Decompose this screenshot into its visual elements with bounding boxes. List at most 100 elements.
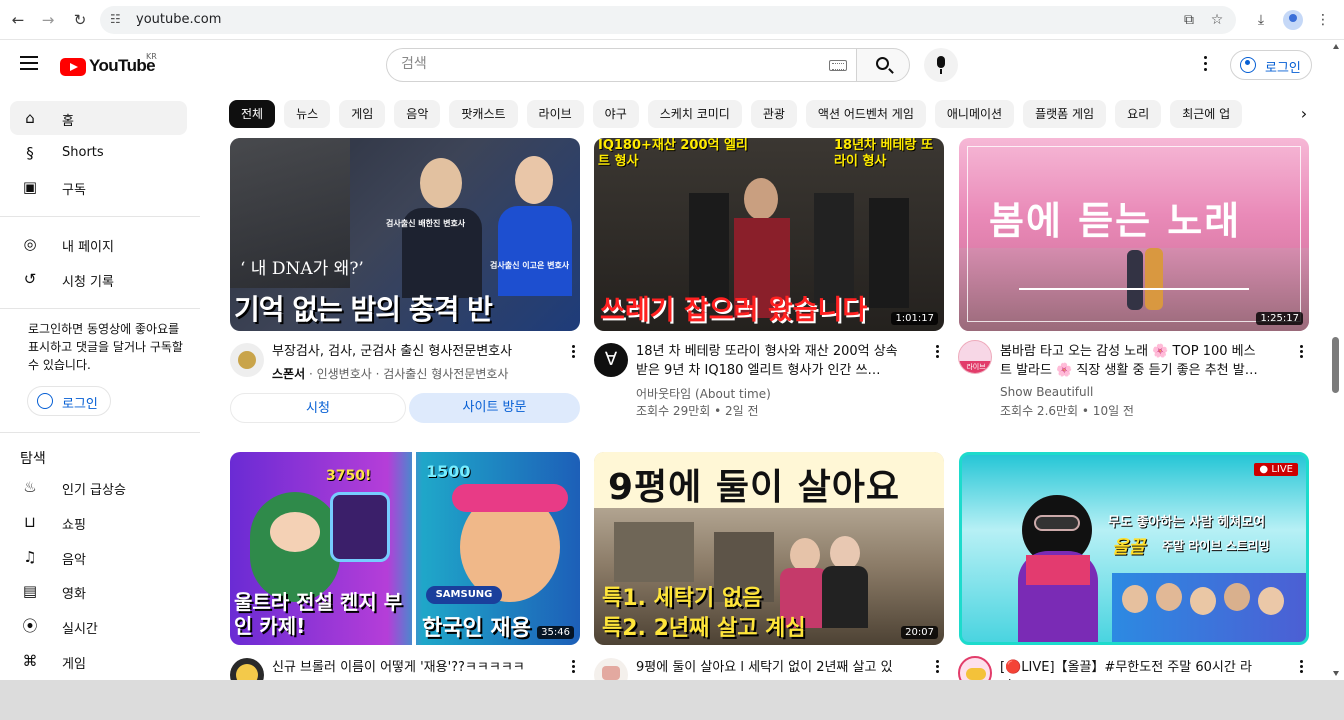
channel-name[interactable]: Show Beautifull bbox=[1000, 385, 1093, 399]
video-thumbnail[interactable]: 봄에 듣는 노래 1:25:17 bbox=[959, 138, 1309, 331]
sidebar-item-you[interactable]: ◎ 내 페이지 bbox=[10, 227, 187, 261]
video-more-icon[interactable] bbox=[932, 345, 942, 361]
thumb-caption: 1500 bbox=[426, 462, 471, 481]
channel-avatar[interactable]: 라이브 bbox=[958, 340, 992, 374]
forward-icon[interactable]: → bbox=[38, 10, 58, 30]
address-bar[interactable]: ☷ youtube.com bbox=[100, 6, 1236, 34]
chip-sketch-comedy[interactable]: 스케치 코미디 bbox=[647, 100, 742, 128]
sidebar-item-label: 인기 급상승 bbox=[62, 483, 126, 498]
sidebar: ⌂ 홈 § Shorts ▣ 구독 ◎ 내 페이지 ↺ 시청 기록 로그인하면 … bbox=[0, 90, 200, 680]
sidebar-item-gaming[interactable]: ⌘ 게임 bbox=[10, 644, 187, 678]
sidebar-item-shorts[interactable]: § Shorts bbox=[10, 136, 187, 170]
search-button[interactable] bbox=[856, 48, 910, 82]
download-icon[interactable]: ⤓ bbox=[1252, 11, 1270, 29]
reload-icon[interactable]: ↻ bbox=[70, 10, 90, 30]
voice-search-button[interactable] bbox=[924, 48, 958, 82]
sidebar-item-subscriptions[interactable]: ▣ 구독 bbox=[10, 170, 187, 204]
shopping-bag-icon: ⊔ bbox=[24, 513, 36, 531]
back-icon[interactable]: ← bbox=[8, 10, 28, 30]
sidebar-divider bbox=[0, 308, 200, 309]
chip-music[interactable]: 음악 bbox=[394, 100, 441, 128]
video-more-icon[interactable] bbox=[932, 660, 942, 676]
chip-live[interactable]: 라이브 bbox=[526, 100, 584, 128]
video-thumbnail[interactable]: 검사출신 배한진 변호사 검사출신 이고은 변호사 ‘ 내 DNA가 왜?’ 기… bbox=[230, 138, 580, 331]
chevron-right-icon[interactable]: › bbox=[1290, 100, 1318, 128]
sidebar-item-label: 내 페이지 bbox=[62, 240, 114, 255]
settings-menu-icon[interactable] bbox=[1196, 56, 1214, 74]
channel-avatar[interactable] bbox=[230, 343, 264, 377]
browser-menu-icon[interactable]: ⋮ bbox=[1314, 11, 1332, 29]
install-app-icon[interactable]: ⧉ bbox=[1180, 11, 1198, 29]
sidebar-item-shopping[interactable]: ⊔ 쇼핑 bbox=[10, 505, 187, 539]
thumb-caption: 특1. 세탁기 없음 bbox=[602, 586, 763, 611]
video-thumbnail[interactable]: 3750! 1500 SAMSUNG 울트라 전설 켄지 부인 카제! 한국인 … bbox=[230, 452, 580, 645]
sidebar-item-label: 구독 bbox=[62, 183, 86, 198]
video-title[interactable]: 부장검사, 검사, 군검사 출신 형사전문변호사 bbox=[272, 342, 534, 361]
video-title[interactable]: 18년 차 베테랑 또라이 형사와 재산 200억 상속 받은 9년 차 IQ1… bbox=[636, 342, 898, 380]
signin-button[interactable]: 로그인 bbox=[1230, 50, 1312, 80]
sidebar-item-movies[interactable]: ▤ 영화 bbox=[10, 574, 187, 608]
bookmark-star-icon[interactable]: ☆ bbox=[1208, 11, 1226, 29]
channel-name[interactable]: 인생변호사 · 검사출신 형사전문변호사 bbox=[317, 367, 509, 381]
thumb-caption: 올끌 bbox=[1112, 537, 1146, 558]
video-more-icon[interactable] bbox=[1296, 660, 1306, 676]
video-title[interactable]: 9평에 둘이 살아요 l 세탁기 없이 2년째 살고 있 bbox=[636, 658, 898, 677]
chip-baseball[interactable]: 야구 bbox=[592, 100, 639, 128]
channel-avatar[interactable]: ∀ bbox=[594, 343, 628, 377]
browser-profile-icon[interactable] bbox=[1283, 10, 1303, 30]
sidebar-item-home[interactable]: ⌂ 홈 bbox=[10, 101, 187, 135]
sidebar-item-trending[interactable]: ♨ 인기 급상승 bbox=[10, 470, 187, 504]
sidebar-item-label: 시청 기록 bbox=[62, 275, 114, 290]
avatar-live-label: 라이브 bbox=[959, 361, 991, 373]
shorts-icon: § bbox=[26, 144, 34, 162]
video-title[interactable]: 신규 브롤러 이름이 어떻게 '재용'??ㅋㅋㅋㅋㅋ bbox=[272, 658, 534, 677]
video-more-icon[interactable] bbox=[1296, 345, 1306, 361]
scroll-up-icon[interactable] bbox=[1333, 44, 1339, 49]
search-input[interactable] bbox=[401, 56, 821, 72]
keyboard-icon[interactable] bbox=[829, 60, 847, 71]
thumb-caption: ‘ 내 DNA가 왜?’ bbox=[240, 259, 364, 279]
site-info-icon[interactable]: ☷ bbox=[110, 12, 126, 28]
chip-tourism[interactable]: 관광 bbox=[750, 100, 797, 128]
visit-site-button[interactable]: 사이트 방문 bbox=[409, 393, 580, 423]
chip-animation[interactable]: 애니메이션 bbox=[934, 100, 1015, 128]
chip-all[interactable]: 전체 bbox=[229, 100, 276, 128]
video-thumbnail[interactable]: 9평에 둘이 살아요 특1. 세탁기 없음 특2. 2년째 살고 계심 20:0… bbox=[594, 452, 944, 645]
sidebar-signin-button[interactable]: 로그인 bbox=[27, 386, 111, 416]
sidebar-item-label: 실시간 bbox=[62, 622, 98, 637]
microphone-icon bbox=[937, 56, 945, 68]
chip-platformer[interactable]: 플랫폼 게임 bbox=[1023, 100, 1107, 128]
video-thumbnail[interactable]: 무도 좋아하는 사람 헤쳐모여 올끌 주말 라이브 스트리밍 ● LIVE bbox=[959, 452, 1309, 645]
sidebar-item-label: 영화 bbox=[62, 587, 86, 602]
sidebar-item-music[interactable]: ♫ 음악 bbox=[10, 540, 187, 574]
chip-gaming[interactable]: 게임 bbox=[339, 100, 386, 128]
channel-name[interactable]: 어바웃타임 (About time) bbox=[636, 385, 771, 402]
account-icon: ◎ bbox=[23, 235, 37, 253]
video-more-icon[interactable] bbox=[568, 345, 578, 361]
chip-recently-uploaded[interactable]: 최근에 업 bbox=[1170, 100, 1243, 128]
thumb-title-text: 기억 없는 밤의 충격 반 bbox=[234, 293, 493, 326]
video-thumbnail[interactable]: IQ180+재산 200억 엘리트 형사 18년차 베테랑 또라이 형사 쓰레기… bbox=[594, 138, 944, 331]
sidebar-item-live[interactable]: ⦿ 실시간 bbox=[10, 609, 187, 643]
thumb-caption: IQ180+재산 200억 엘리트 형사 bbox=[598, 138, 748, 169]
chip-action-adventure[interactable]: 액션 어드벤처 게임 bbox=[805, 100, 926, 128]
chip-cooking[interactable]: 요리 bbox=[1115, 100, 1162, 128]
search-icon bbox=[876, 57, 889, 70]
video-title[interactable]: 봄바람 타고 오는 감성 노래 🌸 TOP 100 베스트 발라드 🌸 직장 생… bbox=[1000, 342, 1262, 380]
home-icon: ⌂ bbox=[25, 109, 35, 127]
scrollbar-thumb[interactable] bbox=[1332, 337, 1339, 393]
thumb-caption: SAMSUNG bbox=[426, 586, 502, 604]
chip-news[interactable]: 뉴스 bbox=[284, 100, 331, 128]
sidebar-item-history[interactable]: ↺ 시청 기록 bbox=[10, 262, 187, 296]
live-icon: ⦿ bbox=[22, 617, 38, 635]
scroll-down-icon[interactable] bbox=[1333, 671, 1339, 676]
sidebar-item-label: 게임 bbox=[62, 657, 86, 672]
video-stats: 조회수 29만회 • 2일 전 bbox=[636, 404, 759, 418]
watch-button[interactable]: 시청 bbox=[230, 393, 406, 423]
url-text: youtube.com bbox=[136, 12, 222, 27]
sidebar-item-label: 음악 bbox=[62, 553, 86, 568]
video-more-icon[interactable] bbox=[568, 660, 578, 676]
hamburger-menu-icon[interactable] bbox=[20, 56, 38, 70]
video-duration: 1:25:17 bbox=[1256, 312, 1303, 325]
chip-podcasts[interactable]: 팟캐스트 bbox=[449, 100, 518, 128]
